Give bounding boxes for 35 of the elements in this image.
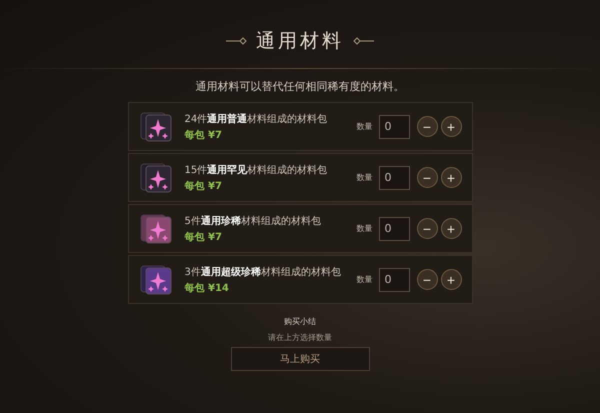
page-title: 通用材料	[256, 29, 344, 54]
decrease-button[interactable]: −	[416, 269, 438, 290]
pack-name: 5件通用珍稀材料组成的材料包	[184, 214, 322, 228]
pack-price: 每包 ¥7	[184, 230, 223, 244]
increase-button[interactable]: +	[440, 218, 462, 239]
pack-name: 24件通用普通材料组成的材料包	[184, 112, 328, 126]
decrease-button[interactable]: −	[416, 116, 438, 137]
increase-button[interactable]: +	[440, 167, 462, 188]
star-pack-icon	[138, 262, 172, 296]
quantity-label: 数量	[356, 223, 372, 234]
ornament-icon	[352, 37, 374, 45]
increase-button[interactable]: +	[440, 116, 462, 137]
decrease-button[interactable]: −	[416, 167, 438, 188]
increase-button[interactable]: +	[440, 269, 462, 290]
pack-name: 3件通用超级珍稀材料组成的材料包	[184, 266, 342, 278]
quantity-field[interactable]: 0	[378, 268, 410, 292]
quantity-label: 数量	[356, 172, 372, 183]
quantity-field[interactable]: 0	[378, 166, 410, 190]
pack-name: 15件通用罕见材料组成的材料包	[184, 164, 328, 176]
quantity-field[interactable]: 0	[378, 216, 410, 240]
summary-title: 购买小结	[284, 316, 316, 327]
pack-price: 每包 ¥7	[184, 128, 223, 142]
pack-price: 每包 ¥14	[184, 282, 230, 294]
quantity-field[interactable]: 0	[378, 114, 410, 138]
quantity-label: 数量	[356, 274, 372, 285]
star-pack-icon	[138, 110, 172, 144]
summary-hint: 请在上方选择数量	[268, 332, 332, 343]
page-subtitle: 通用材料可以替代任何相同稀有度的材料。	[196, 79, 404, 94]
star-pack-icon	[138, 212, 172, 246]
quantity-label: 数量	[356, 121, 372, 132]
pack-price: 每包 ¥7	[184, 180, 223, 192]
ornament-icon	[226, 37, 248, 45]
buy-button[interactable]: 马上购买	[230, 347, 370, 371]
decrease-button[interactable]: −	[416, 218, 438, 239]
star-pack-icon	[138, 160, 172, 194]
